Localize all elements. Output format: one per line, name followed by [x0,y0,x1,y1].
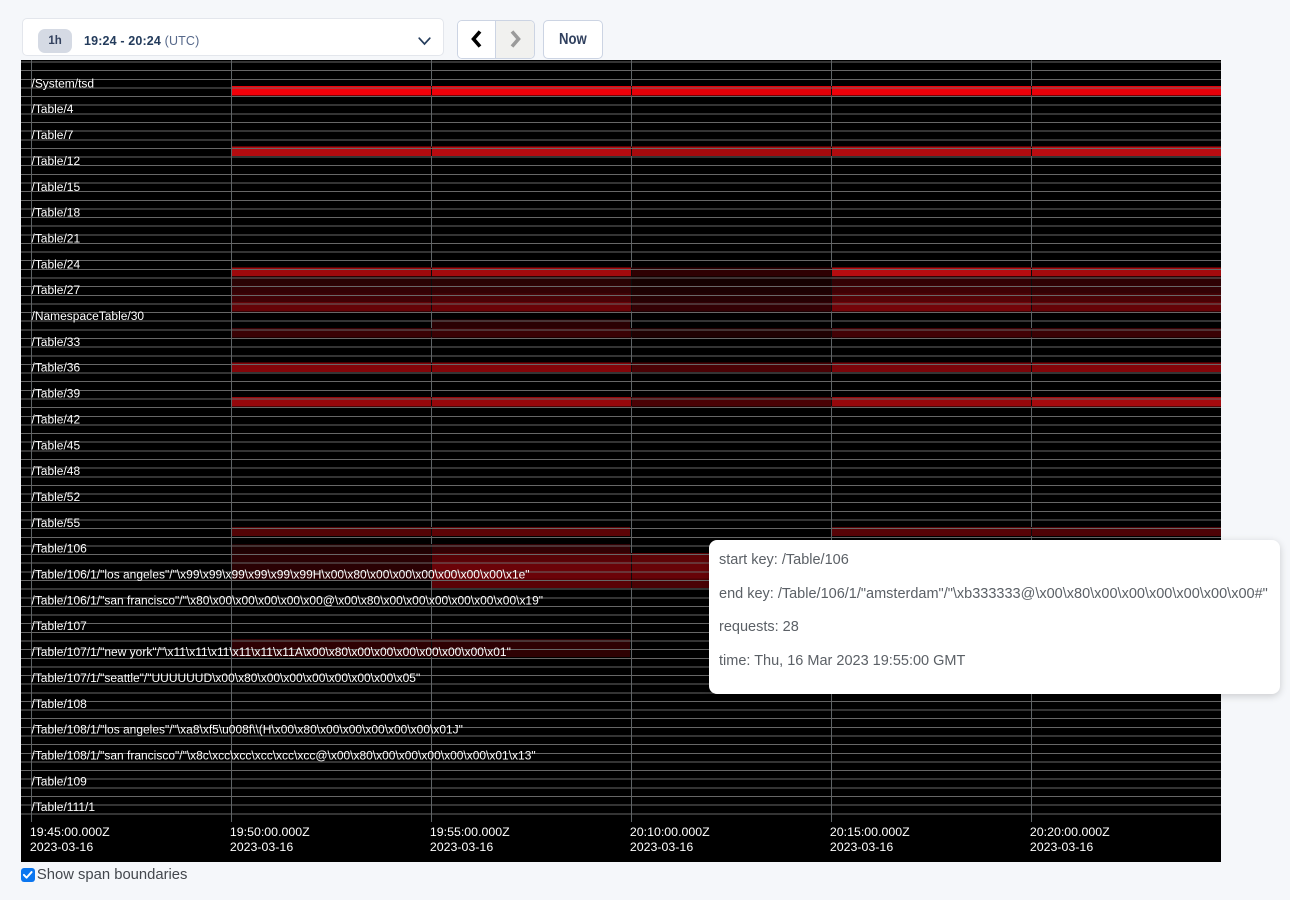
svg-text:/System/tsd: /System/tsd [32,77,95,91]
svg-text:/Table/21: /Table/21 [32,232,81,246]
svg-text:/Table/42: /Table/42 [32,413,81,427]
svg-text:/Table/111/1: /Table/111/1 [32,801,96,815]
svg-text:20:15:00.000Z: 20:15:00.000Z [830,825,910,839]
svg-text:2023-03-16: 2023-03-16 [230,840,293,854]
svg-text:/Table/27: /Table/27 [32,284,81,298]
svg-text:/Table/107/1/"seattle"/"UUUUUU: /Table/107/1/"seattle"/"UUUUUUD\x00\x80\… [32,671,421,685]
svg-text:20:10:00.000Z: 20:10:00.000Z [630,825,710,839]
svg-text:/Table/108: /Table/108 [32,697,88,711]
svg-text:2023-03-16: 2023-03-16 [630,840,693,854]
svg-text:/Table/39: /Table/39 [32,387,81,401]
svg-text:2023-03-16: 2023-03-16 [1030,840,1093,854]
svg-text:/Table/36: /Table/36 [32,361,81,375]
svg-text:/Table/12: /Table/12 [32,154,81,168]
svg-text:/Table/107: /Table/107 [32,620,88,634]
svg-text:2023-03-16: 2023-03-16 [830,840,893,854]
svg-text:2023-03-16: 2023-03-16 [430,840,493,854]
svg-text:/Table/106: /Table/106 [32,542,88,556]
svg-text:19:50:00.000Z: 19:50:00.000Z [230,825,310,839]
svg-text:19:45:00.000Z: 19:45:00.000Z [30,825,110,839]
svg-text:/Table/108/1/"san francisco"/": /Table/108/1/"san francisco"/"\x8c\xcc\x… [32,749,536,763]
svg-text:/NamespaceTable/30: /NamespaceTable/30 [32,309,145,323]
svg-text:/Table/24: /Table/24 [32,258,81,272]
svg-text:/Table/109: /Table/109 [32,775,88,789]
svg-text:/Table/48: /Table/48 [32,465,81,479]
svg-text:/Table/33: /Table/33 [32,335,81,349]
svg-text:/Table/7: /Table/7 [32,128,74,142]
svg-text:/Table/15: /Table/15 [32,180,81,194]
svg-text:20:20:00.000Z: 20:20:00.000Z [1030,825,1110,839]
svg-text:2023-03-16: 2023-03-16 [30,840,93,854]
svg-text:/Table/106/1/"los angeles"/"\x: /Table/106/1/"los angeles"/"\x99\x99\x99… [32,568,530,582]
svg-text:/Table/45: /Table/45 [32,439,81,453]
svg-text:/Table/107/1/"new york"/"\x11\: /Table/107/1/"new york"/"\x11\x11\x11\x1… [32,645,511,659]
svg-text:/Table/18: /Table/18 [32,206,81,220]
svg-text:/Table/108/1/"los angeles"/"\x: /Table/108/1/"los angeles"/"\xa8\xf5\u00… [32,723,463,737]
svg-text:/Table/55: /Table/55 [32,516,81,530]
svg-text:/Table/52: /Table/52 [32,490,81,504]
svg-text:/Table/106/1/"san francisco"/": /Table/106/1/"san francisco"/"\x80\x00\x… [32,594,544,608]
svg-text:19:55:00.000Z: 19:55:00.000Z [430,825,510,839]
svg-text:/Table/4: /Table/4 [32,103,74,117]
